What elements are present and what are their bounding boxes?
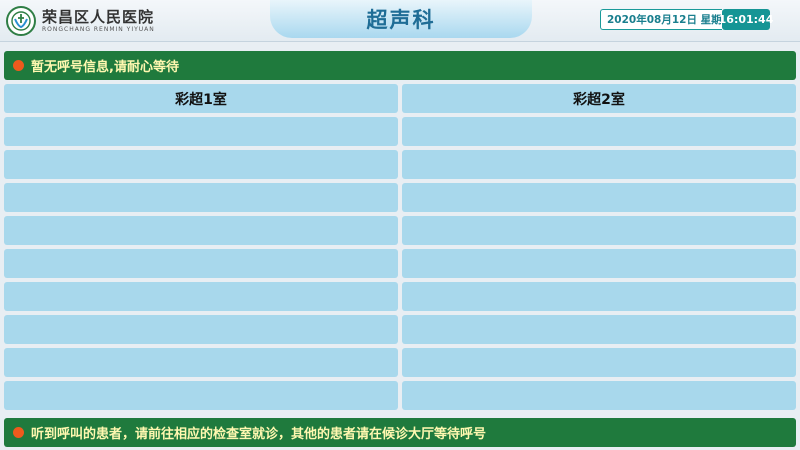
room-header: 彩超1室 [4, 84, 398, 113]
queue-row [402, 249, 796, 278]
queue-row [4, 150, 398, 179]
queue-row [4, 282, 398, 311]
date-label: 2020年08月12日 星期三 [600, 9, 722, 30]
queue-row [402, 282, 796, 311]
queue-row [402, 183, 796, 212]
footer-banner: 听到呼叫的患者，请前往相应的检查室就诊，其他的患者请在候诊大厅等待呼号 [4, 418, 796, 447]
queue-row [402, 117, 796, 146]
queue-row [402, 315, 796, 344]
queue-row [4, 348, 398, 377]
queue-row [402, 216, 796, 245]
queue-row [4, 381, 398, 410]
queue-row [402, 381, 796, 410]
queue-row [4, 117, 398, 146]
queue-row [4, 315, 398, 344]
department-title: 超声科 [270, 0, 532, 38]
hospital-logo: 荣昌区人民医院 RONGCHANG RENMIN YIYUAN [6, 6, 155, 36]
queue-table: 彩超1室 彩超2室 [4, 84, 796, 414]
hospital-name-en: RONGCHANG RENMIN YIYUAN [42, 26, 155, 33]
notice-text: 暂无呼号信息,请耐心等待 [31, 60, 179, 75]
queue-row [4, 183, 398, 212]
header: 荣昌区人民医院 RONGCHANG RENMIN YIYUAN 超声科 2020… [0, 0, 800, 42]
notice-banner: 暂无呼号信息,请耐心等待 [4, 51, 796, 80]
footer-text: 听到呼叫的患者，请前往相应的检查室就诊，其他的患者请在候诊大厅等待呼号 [31, 427, 487, 442]
hospital-name: 荣昌区人民医院 [42, 8, 155, 26]
queue-row [4, 216, 398, 245]
datetime-display: 2020年08月12日 星期三 16:01:44 [600, 9, 773, 30]
room-header: 彩超2室 [402, 84, 796, 113]
notice-dot-icon [13, 60, 24, 71]
queue-row [402, 150, 796, 179]
queue-row [402, 348, 796, 377]
time-label: 16:01:44 [719, 9, 773, 30]
queue-row [4, 249, 398, 278]
hospital-emblem-icon [6, 6, 36, 36]
footer-dot-icon [13, 427, 24, 438]
